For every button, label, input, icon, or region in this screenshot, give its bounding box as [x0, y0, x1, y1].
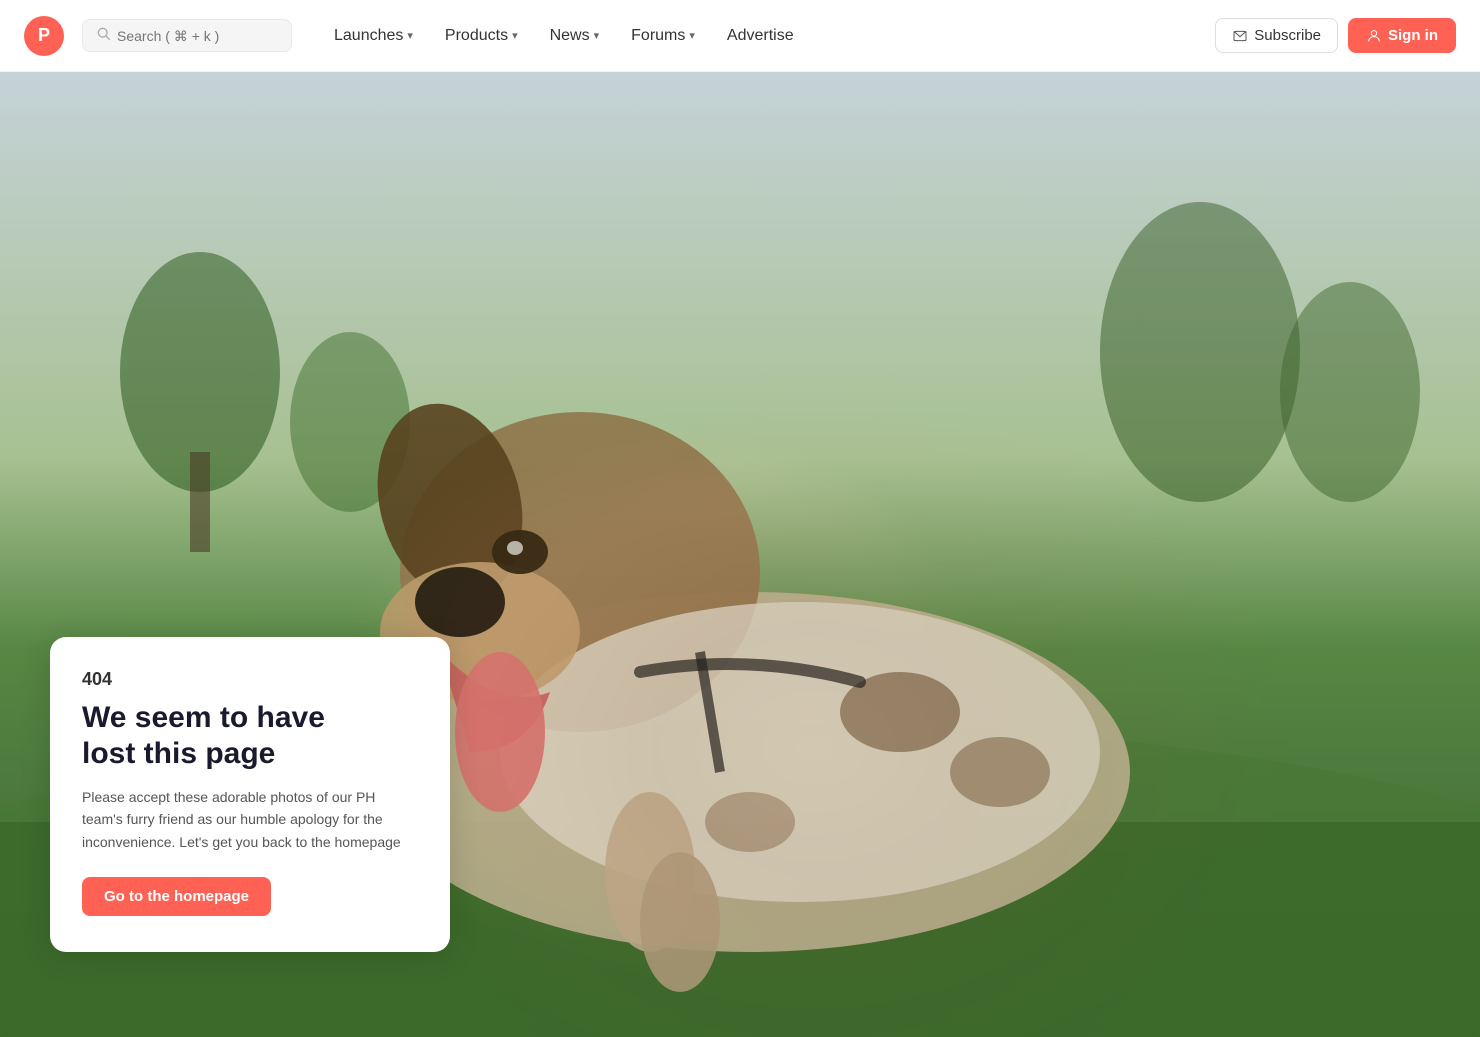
search-input[interactable] — [117, 28, 277, 44]
nav-label-forums: Forums — [631, 27, 685, 45]
nav-links: Launches ▾ Products ▾ News ▾ Forums ▾ Ad… — [320, 19, 1207, 53]
homepage-button-label: Go to the homepage — [104, 888, 249, 905]
signin-icon — [1366, 28, 1382, 44]
nav-item-forums[interactable]: Forums ▾ — [617, 19, 709, 53]
homepage-button[interactable]: Go to the homepage — [82, 877, 271, 916]
search-icon — [97, 27, 111, 44]
error-description: Please accept these adorable photos of o… — [82, 786, 418, 853]
chevron-down-icon: ▾ — [407, 29, 413, 42]
search-box[interactable] — [82, 19, 292, 52]
navbar: P Launches ▾ Products ▾ News ▾ Forums ▾ — [0, 0, 1480, 72]
nav-label-news: News — [550, 27, 590, 45]
chevron-down-icon: ▾ — [689, 29, 695, 42]
error-title: We seem to have lost this page — [82, 700, 418, 772]
nav-label-launches: Launches — [334, 27, 403, 45]
signin-label: Sign in — [1388, 27, 1438, 44]
logo[interactable]: P — [24, 16, 64, 56]
error-code: 404 — [82, 669, 418, 690]
error-title-line1: We seem to have — [82, 701, 325, 734]
chevron-down-icon: ▾ — [594, 29, 600, 42]
nav-item-news[interactable]: News ▾ — [536, 19, 614, 53]
nav-right: Subscribe Sign in — [1215, 18, 1456, 53]
nav-item-advertise[interactable]: Advertise — [713, 19, 808, 53]
subscribe-button[interactable]: Subscribe — [1215, 18, 1338, 53]
nav-label-advertise: Advertise — [727, 27, 794, 45]
signin-button[interactable]: Sign in — [1348, 18, 1456, 53]
logo-letter: P — [38, 25, 50, 46]
nav-item-launches[interactable]: Launches ▾ — [320, 19, 427, 53]
subscribe-label: Subscribe — [1254, 27, 1321, 44]
error-title-line2: lost this page — [82, 737, 275, 770]
error-card: 404 We seem to have lost this page Pleas… — [50, 637, 450, 952]
nav-item-products[interactable]: Products ▾ — [431, 19, 532, 53]
subscribe-icon — [1232, 28, 1248, 44]
chevron-down-icon: ▾ — [512, 29, 518, 42]
nav-label-products: Products — [445, 27, 508, 45]
